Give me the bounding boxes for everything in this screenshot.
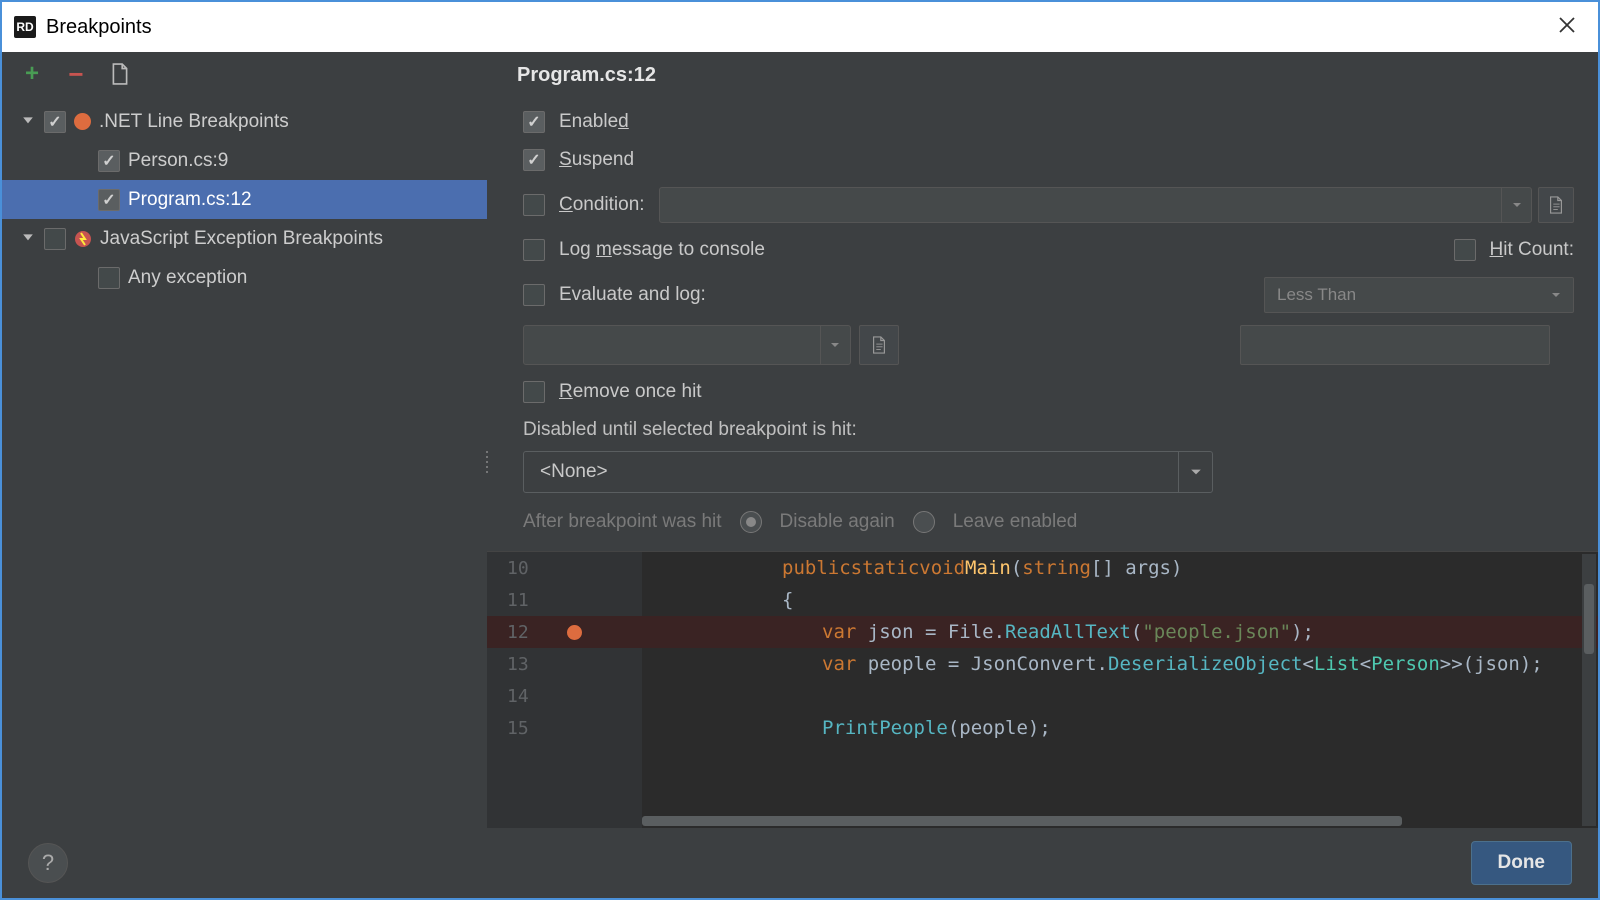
log-message-label: Log message to console: [559, 239, 765, 261]
gutter-row: 14: [487, 680, 642, 712]
remove-once-hit-checkbox[interactable]: [523, 381, 545, 403]
gutter: 10 11 12 13 14 15: [487, 552, 642, 828]
code-line: var json = File.ReadAllText("people.json…: [642, 616, 1598, 648]
gutter-row: 15: [487, 712, 642, 744]
tree-toolbar: + −: [2, 52, 487, 96]
item-label: Program.cs:12: [128, 189, 252, 211]
code-line: [642, 680, 1598, 712]
leave-enabled-radio[interactable]: [913, 511, 935, 533]
group-checkbox[interactable]: [44, 111, 66, 133]
breakpoint-dot-icon: [74, 113, 91, 130]
tree-group-js-exception[interactable]: JavaScript Exception Breakpoints: [2, 219, 487, 258]
evaluate-log-label: Evaluate and log:: [559, 284, 706, 306]
log-message-checkbox[interactable]: [523, 239, 545, 261]
item-checkbox[interactable]: [98, 189, 120, 211]
gutter-row: 10: [487, 552, 642, 584]
js-exception-icon: [74, 230, 92, 248]
disable-again-label: Disable again: [780, 511, 895, 533]
remove-breakpoint-button[interactable]: −: [66, 64, 86, 84]
item-checkbox[interactable]: [98, 267, 120, 289]
app-icon: RD: [14, 16, 36, 38]
dialog-footer: ? Done: [2, 828, 1598, 898]
evaluate-log-input[interactable]: [523, 325, 851, 365]
disabled-until-value: <None>: [524, 461, 1178, 483]
disable-again-radio[interactable]: [740, 511, 762, 533]
code-line: PrintPeople(people);: [642, 712, 1598, 744]
gutter-row: 13: [487, 648, 642, 680]
close-button[interactable]: [1548, 10, 1586, 44]
document-icon: [111, 63, 129, 85]
enabled-label: Enabled: [559, 111, 629, 133]
document-icon: [1548, 196, 1564, 214]
item-label: Any exception: [128, 267, 247, 289]
splitter-handle[interactable]: [484, 442, 490, 482]
vertical-scrollbar[interactable]: [1582, 554, 1596, 826]
group-checkbox[interactable]: [44, 228, 66, 250]
chevron-down-icon: [1512, 202, 1522, 208]
code-line: {: [642, 584, 1598, 616]
hitcount-label: Hit Count:: [1490, 239, 1575, 261]
gutter-row: 11: [487, 584, 642, 616]
breakpoints-tree-panel: + − .NET Line Breakpoints Person.cs:9 Pr…: [2, 52, 487, 828]
condition-label: Condition:: [559, 194, 645, 216]
add-breakpoint-button[interactable]: +: [22, 64, 42, 84]
enabled-checkbox[interactable]: [523, 111, 545, 133]
tree-group-net-line[interactable]: .NET Line Breakpoints: [2, 102, 487, 141]
tree-item-any-exception[interactable]: Any exception: [2, 258, 487, 297]
code-line: var people = JsonConvert.DeserializeObje…: [642, 648, 1598, 680]
disabled-until-select[interactable]: <None>: [523, 451, 1213, 493]
chevron-down-icon: [1551, 292, 1561, 298]
tree-item-program-cs-12[interactable]: Program.cs:12: [2, 180, 487, 219]
expand-toggle[interactable]: [20, 228, 36, 250]
view-options-button[interactable]: [110, 64, 130, 84]
breakpoint-detail-panel: Program.cs:12 Enabled Suspend Condition:…: [487, 52, 1598, 828]
hitcount-value-input[interactable]: [1240, 325, 1550, 365]
group-label: .NET Line Breakpoints: [99, 111, 289, 133]
remove-once-hit-label: Remove once hit: [559, 381, 702, 403]
document-icon: [871, 336, 887, 354]
suspend-label: Suspend: [559, 149, 634, 171]
suspend-checkbox[interactable]: [523, 149, 545, 171]
titlebar: RD Breakpoints: [2, 2, 1598, 52]
group-label: JavaScript Exception Breakpoints: [100, 228, 383, 250]
hitcount-comparison-select[interactable]: Less Than: [1264, 277, 1574, 313]
window-title: Breakpoints: [46, 16, 152, 39]
breakpoints-tree[interactable]: .NET Line Breakpoints Person.cs:9 Progra…: [2, 96, 487, 828]
condition-checkbox[interactable]: [523, 194, 545, 216]
item-checkbox[interactable]: [98, 150, 120, 172]
condition-expand-button[interactable]: [1538, 187, 1574, 223]
after-hit-label: After breakpoint was hit: [523, 511, 722, 533]
evaluate-log-expand-button[interactable]: [859, 325, 899, 365]
breakpoint-dot-icon[interactable]: [567, 625, 582, 640]
chevron-down-icon: [1190, 468, 1202, 476]
horizontal-scrollbar[interactable]: [642, 814, 1584, 828]
item-label: Person.cs:9: [128, 150, 228, 172]
code-lines: public static void Main(string[] args){ …: [642, 552, 1598, 828]
expand-toggle[interactable]: [20, 111, 36, 133]
gutter-row: 12: [487, 616, 642, 648]
tree-item-person-cs-9[interactable]: Person.cs:9: [2, 141, 487, 180]
hitcount-comparison-value: Less Than: [1277, 285, 1356, 305]
done-button[interactable]: Done: [1471, 841, 1573, 885]
condition-input[interactable]: [659, 187, 1532, 223]
hitcount-checkbox[interactable]: [1454, 239, 1476, 261]
code-preview: 10 11 12 13 14 15 public static void Mai…: [487, 551, 1598, 828]
detail-title: Program.cs:12: [487, 64, 1598, 103]
chevron-down-icon: [830, 342, 840, 348]
close-icon: [1558, 16, 1576, 34]
disabled-until-label: Disabled until selected breakpoint is hi…: [523, 419, 1598, 441]
code-line: public static void Main(string[] args): [642, 552, 1598, 584]
help-button[interactable]: ?: [28, 843, 68, 883]
leave-enabled-label: Leave enabled: [953, 511, 1078, 533]
evaluate-log-checkbox[interactable]: [523, 284, 545, 306]
